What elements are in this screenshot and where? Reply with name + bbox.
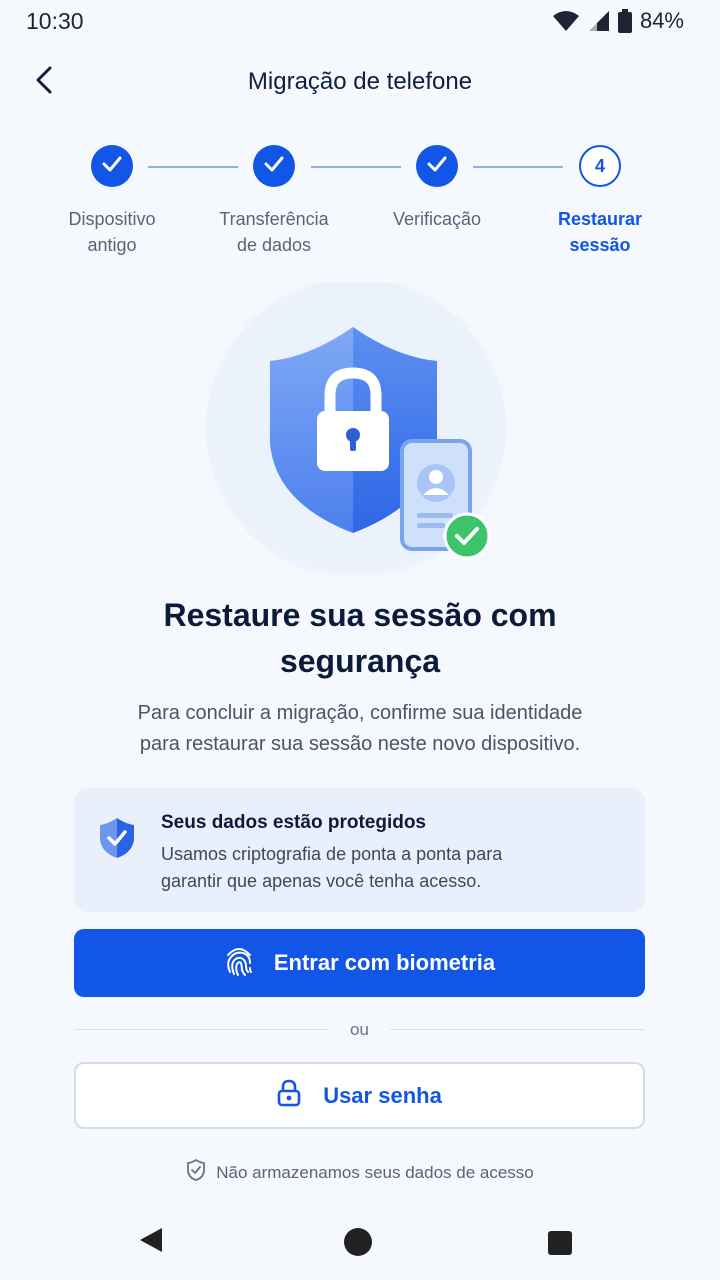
headline-line: segurança — [279, 643, 441, 679]
nav-recents-icon — [548, 1231, 572, 1259]
step-connector — [311, 166, 401, 168]
check-badge-icon — [443, 512, 491, 560]
headline-line: Restaure sua sessão com — [163, 597, 557, 633]
step-1-indicator — [91, 145, 133, 187]
description-line: para restaurar sua sessão neste novo dis… — [139, 733, 581, 755]
status-bar: 10:30 84% — [0, 0, 720, 44]
step-label-line: Verificação — [392, 209, 482, 229]
step-label-line: antigo — [87, 235, 137, 255]
step-2-indicator — [253, 145, 295, 187]
lock-icon — [277, 1079, 301, 1112]
wifi-icon — [552, 10, 580, 32]
system-navigation-bar — [0, 1200, 720, 1280]
description-line: Para concluir a migração, confirme sua i… — [137, 702, 583, 724]
nav-back-icon — [138, 1228, 164, 1258]
nav-recents-button[interactable] — [548, 1231, 572, 1260]
check-icon — [427, 156, 447, 177]
step-4-indicator: 4 — [579, 145, 621, 187]
step-2-label: Transferência de dados — [194, 206, 354, 258]
page-title: Migração de telefone — [247, 68, 473, 95]
battery-percentage: 84% — [639, 8, 684, 33]
step-label-line: Restaurar — [557, 209, 643, 229]
password-login-button[interactable]: Usar senha — [74, 1062, 645, 1129]
data-protection-card: Seus dados estão protegidos Usamos cript… — [74, 788, 645, 912]
biometric-login-button[interactable]: Entrar com biometria — [74, 929, 645, 997]
info-card-text: Usamos criptografia de ponta a ponta par… — [161, 841, 621, 895]
step-4-label: Restaurar sessão — [520, 206, 680, 258]
step-label-line: Transferência — [219, 209, 329, 229]
nav-back-button[interactable] — [138, 1226, 164, 1259]
step-label-line: de dados — [236, 235, 312, 255]
privacy-note: Não armazenamos seus dados de acesso — [0, 1158, 720, 1187]
step-3-indicator — [416, 145, 458, 187]
top-app-bar: Migração de telefone — [0, 56, 720, 108]
security-illustration — [180, 248, 540, 598]
info-card-title: Seus dados estão protegidos — [161, 812, 426, 833]
check-icon — [102, 156, 122, 177]
step-1-label: Dispositivo antigo — [32, 206, 192, 258]
privacy-note-text: Não armazenamos seus dados de acesso — [216, 1162, 534, 1182]
biometric-login-label: Entrar com biometria — [273, 950, 496, 975]
fingerprint-icon — [224, 945, 254, 982]
status-time: 10:30 — [26, 8, 84, 34]
status-indicators: 84% — [552, 8, 684, 34]
battery-icon — [617, 9, 632, 33]
info-text-line: garantir que apenas você tenha acesso. — [161, 871, 482, 891]
main-headline: Restaure sua sessão com segurança — [60, 592, 660, 684]
password-login-label: Usar senha — [323, 1082, 442, 1108]
check-icon — [264, 156, 284, 177]
main-description: Para concluir a migração, confirme sua i… — [90, 698, 630, 760]
step-connector — [473, 166, 563, 168]
step-connector — [148, 166, 238, 168]
shield-check-icon — [98, 816, 136, 865]
nav-home-button[interactable] — [343, 1227, 373, 1262]
shield-outline-icon — [186, 1158, 206, 1187]
nav-home-icon — [343, 1228, 373, 1261]
step-label-line: Dispositivo — [68, 209, 156, 229]
step-3-label: Verificação — [357, 206, 517, 232]
progress-stepper: 4 Dispositivo antigo Transferência de da… — [0, 145, 720, 265]
signal-icon — [588, 10, 610, 32]
info-text-line: Usamos criptografia de ponta a ponta par… — [161, 844, 503, 864]
divider-text: ou — [350, 1020, 369, 1039]
step-label-line: sessão — [569, 235, 631, 255]
or-divider: ou — [74, 1018, 645, 1042]
